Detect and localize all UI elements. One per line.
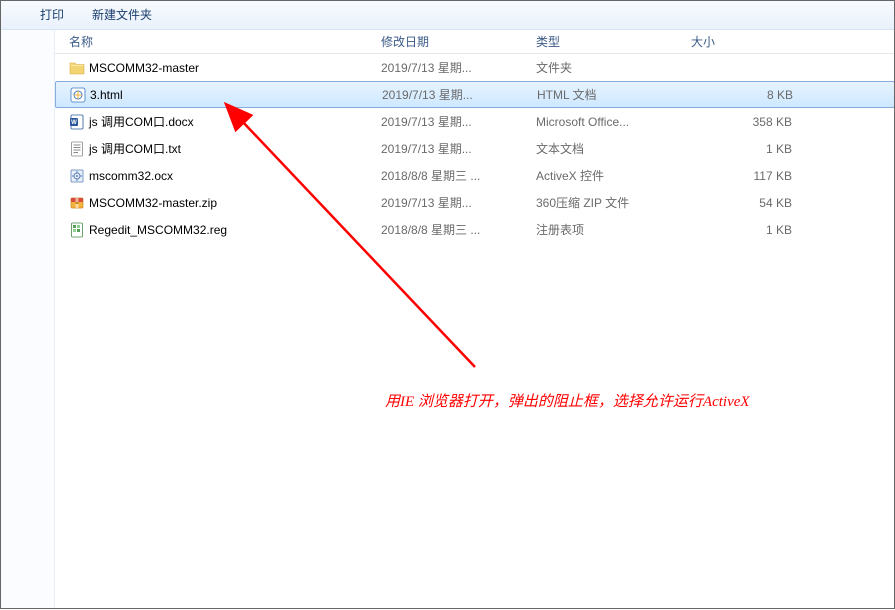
file-type: HTML 文档 (531, 82, 686, 107)
toolbar: 打印 新建文件夹 (0, 0, 895, 30)
file-name: mscomm32.ocx (89, 169, 173, 183)
file-name: js 调用COM口.txt (89, 140, 181, 157)
zip-icon (69, 195, 85, 211)
file-size: 8 KB (686, 82, 816, 107)
file-date: 2018/8/8 星期三 ... (375, 162, 530, 189)
column-header-row: 名称 修改日期 类型 大小 (55, 30, 895, 54)
new-folder-button[interactable]: 新建文件夹 (92, 6, 152, 23)
html-icon (70, 87, 86, 103)
file-date: 2019/7/13 星期... (375, 54, 530, 81)
file-date: 2019/7/13 星期... (375, 108, 530, 135)
file-date: 2018/8/8 星期三 ... (375, 216, 530, 243)
file-row[interactable]: Wjs 调用COM口.docx 2019/7/13 星期...Microsoft … (55, 108, 895, 135)
file-name: 3.html (90, 88, 123, 102)
file-type: 文件夹 (530, 54, 685, 81)
file-type: ActiveX 控件 (530, 162, 685, 189)
column-header-size[interactable]: 大小 (685, 30, 815, 53)
file-date: 2019/7/13 星期... (375, 189, 530, 216)
reg-icon (69, 222, 85, 238)
file-size: 358 KB (685, 108, 815, 135)
docx-icon: W (69, 114, 85, 130)
file-row[interactable]: js 调用COM口.txt 2019/7/13 星期...文本文档1 KB (55, 135, 895, 162)
annotation-text: 用IE 浏览器打开，弹出的阻止框，选择允许运行ActiveX (385, 390, 750, 411)
file-type: 文本文档 (530, 135, 685, 162)
file-name: MSCOMM32-master (89, 61, 199, 75)
file-content-area: 名称 修改日期 类型 大小 MSCOMM32-master 2019/7/13 星… (55, 30, 895, 609)
file-date: 2019/7/13 星期... (375, 135, 530, 162)
file-row[interactable]: MSCOMM32-master 2019/7/13 星期...文件夹 (55, 54, 895, 81)
file-row[interactable]: 3.html 2019/7/13 星期...HTML 文档8 KB (55, 81, 895, 108)
file-size: 1 KB (685, 135, 815, 162)
file-row[interactable]: Regedit_MSCOMM32.reg 2018/8/8 星期三 ...注册表项… (55, 216, 895, 243)
folder-icon (69, 60, 85, 76)
column-header-name[interactable]: 名称 (55, 30, 375, 53)
print-button[interactable]: 打印 (40, 6, 64, 23)
file-name: Regedit_MSCOMM32.reg (89, 223, 227, 237)
file-type: 360压缩 ZIP 文件 (530, 189, 685, 216)
file-size: 54 KB (685, 189, 815, 216)
file-name: js 调用COM口.docx (89, 113, 194, 130)
file-type: 注册表项 (530, 216, 685, 243)
navigation-pane[interactable] (0, 30, 55, 609)
main-area: 名称 修改日期 类型 大小 MSCOMM32-master 2019/7/13 星… (0, 30, 895, 609)
file-size: 1 KB (685, 216, 815, 243)
file-size: 117 KB (685, 162, 815, 189)
file-size (685, 54, 815, 81)
file-list: MSCOMM32-master2019/7/13 星期...文件夹3.html2… (55, 54, 895, 243)
ocx-icon (69, 168, 85, 184)
column-header-type[interactable]: 类型 (530, 30, 685, 53)
file-name: MSCOMM32-master.zip (89, 196, 217, 210)
column-header-date[interactable]: 修改日期 (375, 30, 530, 53)
svg-text:W: W (71, 120, 77, 126)
file-row[interactable]: MSCOMM32-master.zip 2019/7/13 星期...360压缩 … (55, 189, 895, 216)
file-row[interactable]: mscomm32.ocx 2018/8/8 星期三 ...ActiveX 控件11… (55, 162, 895, 189)
file-date: 2019/7/13 星期... (376, 82, 531, 107)
txt-icon (69, 141, 85, 157)
file-type: Microsoft Office... (530, 108, 685, 135)
